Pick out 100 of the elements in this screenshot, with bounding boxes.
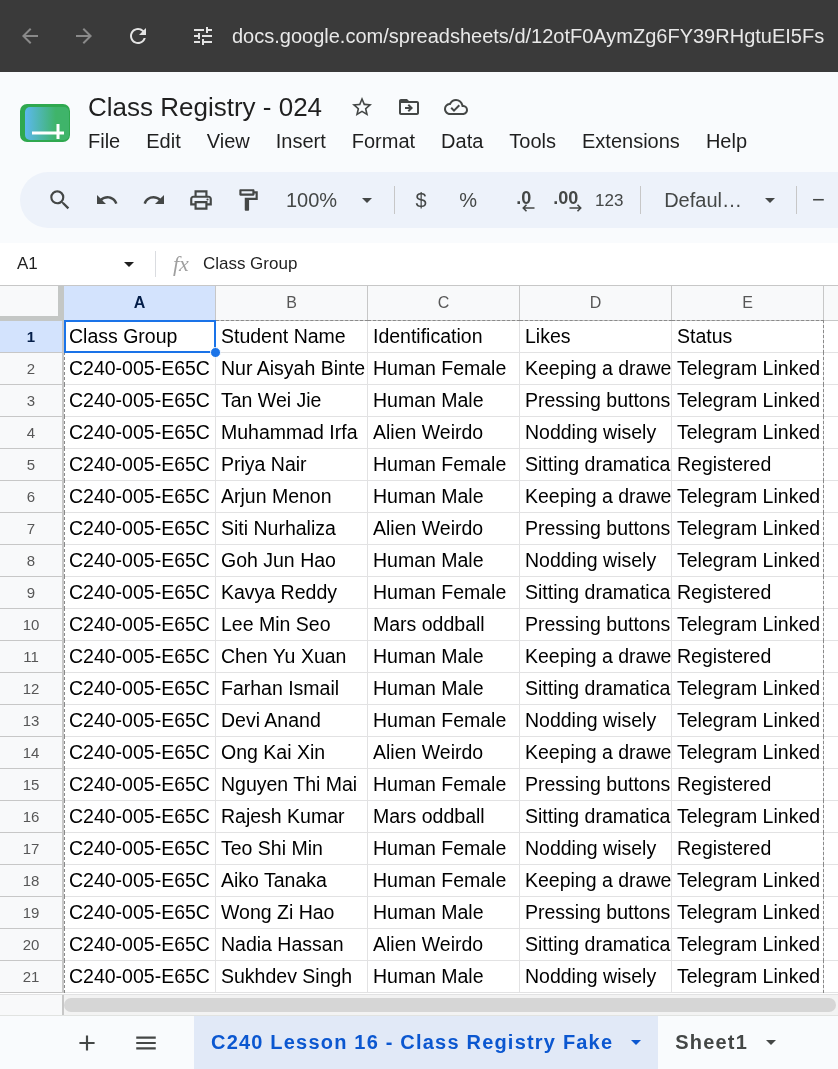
table-cell: C240-005-E65C: [64, 577, 216, 609]
fill-handle[interactable]: [210, 347, 221, 358]
horizontal-scrollbar[interactable]: [64, 998, 836, 1012]
document-title[interactable]: Class Registry - 024: [88, 92, 323, 122]
menu-item[interactable]: Tools: [509, 128, 557, 154]
table-cell: Telegram Linked: [672, 513, 824, 545]
table-cell: Nodding wisely: [520, 417, 672, 449]
column-header[interactable]: A: [64, 286, 216, 321]
star-button[interactable]: [350, 95, 375, 119]
column-header[interactable]: D: [520, 286, 672, 321]
table-cell: Arjun Menon: [216, 481, 368, 513]
decrease-font-size-button[interactable]: −: [811, 184, 825, 216]
table-cell: Keeping a drawe: [520, 481, 672, 513]
row-header[interactable]: 8: [0, 545, 64, 577]
table-cell: Devi Anand: [216, 705, 368, 737]
menu-item[interactable]: Edit: [146, 128, 181, 154]
menu-item[interactable]: Data: [441, 128, 484, 154]
table-cell: Goh Jun Hao: [216, 545, 368, 577]
table-cell: C240-005-E65C: [64, 961, 216, 993]
table-cell: C240-005-E65C: [64, 929, 216, 961]
table-cell: Nadia Hassan: [216, 929, 368, 961]
table-cell: Telegram Linked: [672, 801, 824, 833]
menu-item[interactable]: Format: [351, 128, 416, 154]
table-cell: Human Male: [368, 897, 520, 929]
row-header[interactable]: 7: [0, 513, 64, 545]
zoom-dropdown[interactable]: 100%: [279, 184, 380, 216]
selected-cell: Class Group: [64, 321, 216, 353]
row-header[interactable]: 13: [0, 705, 64, 737]
row-header[interactable]: 9: [0, 577, 64, 609]
column-header[interactable]: B: [216, 286, 368, 321]
row-header[interactable]: 11: [0, 641, 64, 673]
table-cell: Human Male: [368, 545, 520, 577]
formula-input[interactable]: Class Group: [202, 254, 298, 274]
table-cell: Sitting dramatica: [520, 929, 672, 961]
table-cell: C240-005-E65C: [64, 385, 216, 417]
row-header[interactable]: 12: [0, 673, 64, 705]
menu-item[interactable]: Insert: [275, 128, 326, 154]
table-cell: Human Female: [368, 769, 520, 801]
name-box[interactable]: A1: [8, 248, 145, 280]
table-cell: Identification: [368, 321, 520, 353]
row-header[interactable]: 17: [0, 833, 64, 865]
font-dropdown[interactable]: Defaul…: [656, 184, 781, 216]
row-header[interactable]: 5: [0, 449, 64, 481]
increase-decimal-button[interactable]: .00: [546, 184, 579, 216]
table-cell: Student Name: [216, 321, 368, 353]
column-header[interactable]: C: [368, 286, 520, 321]
table-cell: Alien Weirdo: [368, 513, 520, 545]
table-cell: Pressing buttons: [520, 897, 672, 929]
caret-icon: [631, 1040, 642, 1045]
table-cell: Registered: [672, 641, 824, 673]
row-header[interactable]: 3: [0, 385, 64, 417]
table-cell: Human Male: [368, 385, 520, 417]
table-cell: Siti Nurhaliza: [216, 513, 368, 545]
menu-item[interactable]: Extensions: [582, 128, 680, 154]
star-icon: [350, 95, 375, 119]
table-cell: Registered: [672, 833, 824, 865]
row-header[interactable]: 18: [0, 865, 64, 897]
column-header[interactable]: E: [672, 286, 824, 321]
table-cell: C240-005-E65C: [64, 449, 216, 481]
table-cell: Keeping a drawe: [520, 737, 672, 769]
table-cell: Telegram Linked: [672, 385, 824, 417]
row-header[interactable]: 10: [0, 609, 64, 641]
row-header[interactable]: 16: [0, 801, 64, 833]
table-cell: Alien Weirdo: [368, 417, 520, 449]
caret-icon: [124, 261, 134, 267]
table-cell: Rajesh Kumar: [216, 801, 368, 833]
sheet-tab[interactable]: Sheet1: [658, 1016, 794, 1069]
table-cell: Human Female: [368, 449, 520, 481]
sheet-tab[interactable]: C240 Lesson 16 - Class Registry Fake: [194, 1016, 659, 1069]
table-cell: Telegram Linked: [672, 961, 824, 993]
format-button[interactable]: $: [405, 184, 438, 216]
table-cell: Keeping a drawe: [520, 353, 672, 385]
row-header[interactable]: 6: [0, 481, 64, 513]
table-cell: Telegram Linked: [672, 737, 824, 769]
table-cell: Human Male: [368, 673, 520, 705]
decrease-decimal-button[interactable]: .0: [499, 184, 532, 216]
table-cell: Mars oddball: [368, 609, 520, 641]
row-header[interactable]: 20: [0, 929, 64, 961]
format-button[interactable]: %: [452, 184, 485, 216]
row-header[interactable]: 19: [0, 897, 64, 929]
menu-item[interactable]: View: [206, 128, 250, 154]
row-header[interactable]: 1: [0, 321, 64, 353]
menu-item[interactable]: Help: [705, 128, 747, 154]
format-button[interactable]: 123: [593, 184, 626, 216]
menu-item[interactable]: File: [88, 128, 121, 154]
row-header[interactable]: 14: [0, 737, 64, 769]
sliders-icon: [191, 24, 215, 48]
site-info-button[interactable]: [191, 24, 215, 48]
row-header[interactable]: 15: [0, 769, 64, 801]
row-header[interactable]: 21: [0, 961, 64, 993]
table-cell: Tan Wei Jie: [216, 385, 368, 417]
row-header[interactable]: 4: [0, 417, 64, 449]
row-header[interactable]: 2: [0, 353, 64, 385]
table-cell: Nguyen Thi Mai: [216, 769, 368, 801]
table-cell: Human Female: [368, 705, 520, 737]
table-cell: Wong Zi Hao: [216, 897, 368, 929]
table-cell: Pressing buttons: [520, 609, 672, 641]
table-cell: Teo Shi Min: [216, 833, 368, 865]
caret-icon: [764, 197, 775, 203]
table-cell: Farhan Ismail: [216, 673, 368, 705]
